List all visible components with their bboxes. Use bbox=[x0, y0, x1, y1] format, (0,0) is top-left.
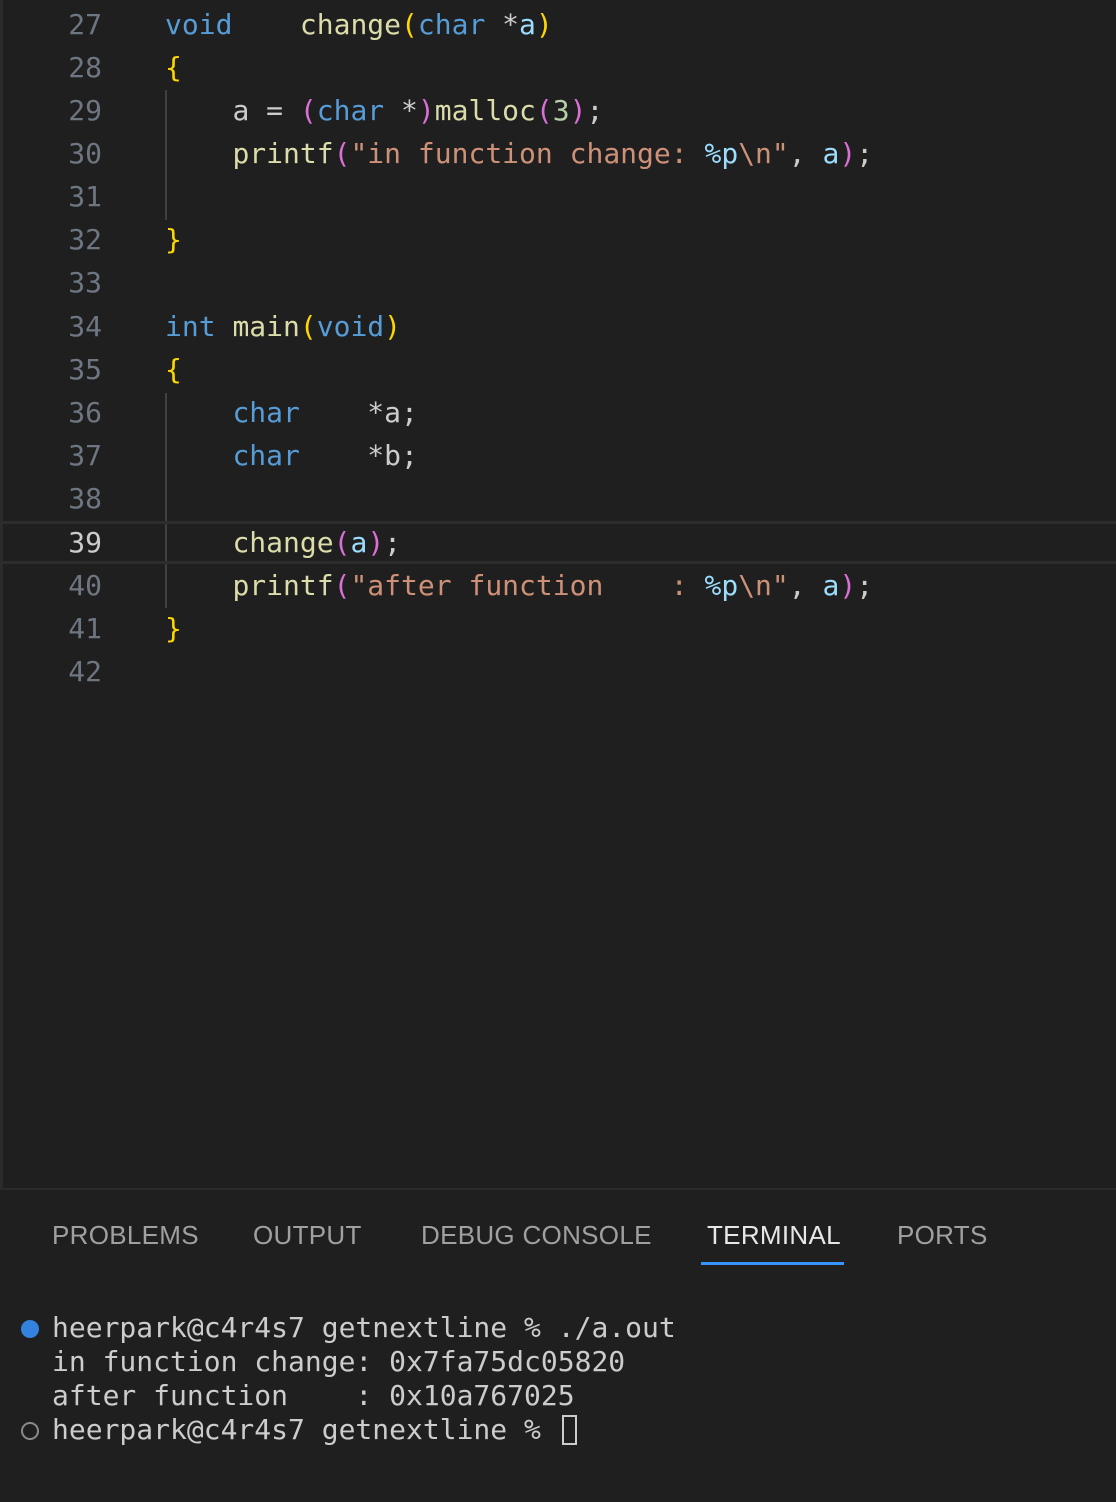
code-text[interactable]: } bbox=[165, 607, 182, 650]
code-text[interactable]: char *b; bbox=[165, 434, 417, 477]
line-number: 39 bbox=[68, 526, 102, 559]
line-number: 41 bbox=[68, 612, 102, 645]
code-line[interactable]: 32 } bbox=[3, 218, 1116, 261]
bottom-panel: PROBLEMS OUTPUT DEBUG CONSOLE TERMINAL P… bbox=[0, 1188, 1116, 1502]
code-line[interactable]: 34 int main(void) bbox=[3, 305, 1116, 348]
tab-debug-console[interactable]: DEBUG CONSOLE bbox=[421, 1218, 652, 1252]
prompt-text: heerpark@c4r4s7 getnextline % bbox=[52, 1413, 558, 1446]
tab-output[interactable]: OUTPUT bbox=[253, 1218, 362, 1252]
code-text[interactable]: int main(void) bbox=[165, 305, 401, 348]
code-line[interactable]: 29 a = (char *)malloc(3); bbox=[3, 89, 1116, 132]
line-number: 38 bbox=[68, 482, 102, 515]
code-line[interactable]: 33 bbox=[3, 261, 1116, 304]
code-line[interactable]: 38 bbox=[3, 477, 1116, 520]
code-text[interactable]: { bbox=[165, 348, 182, 391]
line-number: 42 bbox=[68, 655, 102, 688]
terminal-line: heerpark@c4r4s7 getnextline % ./a.out bbox=[52, 1311, 676, 1344]
line-number: 40 bbox=[68, 569, 102, 602]
code-text[interactable]: char *a; bbox=[165, 391, 417, 434]
code-text[interactable]: { bbox=[165, 46, 182, 89]
code-line[interactable]: 41 } bbox=[3, 607, 1116, 650]
active-tab-indicator bbox=[701, 1262, 844, 1265]
line-number: 30 bbox=[68, 137, 102, 170]
line-number: 36 bbox=[68, 396, 102, 429]
terminal-cursor bbox=[561, 1415, 577, 1445]
terminal-prompt[interactable]: heerpark@c4r4s7 getnextline % bbox=[52, 1413, 577, 1447]
code-line[interactable]: 42 bbox=[3, 650, 1116, 693]
terminal-line: after function : 0x10a767025 bbox=[52, 1379, 575, 1412]
code-line[interactable]: 35 { bbox=[3, 348, 1116, 391]
line-number: 29 bbox=[68, 94, 102, 127]
code-text[interactable]: printf("after function : %p\n", a); bbox=[165, 564, 873, 607]
code-text[interactable]: change(a); bbox=[165, 524, 401, 561]
line-number: 27 bbox=[68, 8, 102, 41]
line-number: 28 bbox=[68, 51, 102, 84]
code-text[interactable]: a = (char *)malloc(3); bbox=[165, 89, 603, 132]
tab-ports[interactable]: PORTS bbox=[897, 1218, 988, 1252]
current-line-highlight[interactable]: 39 change(a); bbox=[3, 521, 1116, 564]
line-number: 35 bbox=[68, 353, 102, 386]
code-line[interactable]: 30 printf("in function change: %p\n", a)… bbox=[3, 132, 1116, 175]
code-line[interactable]: 40 printf("after function : %p\n", a); bbox=[3, 564, 1116, 607]
line-number: 31 bbox=[68, 180, 102, 213]
line-number: 33 bbox=[68, 266, 102, 299]
command-idle-dot-icon[interactable] bbox=[21, 1422, 39, 1440]
code-line[interactable]: 37 char *b; bbox=[3, 434, 1116, 477]
code-line[interactable]: 27 void change(char *a) bbox=[3, 3, 1116, 46]
tab-terminal[interactable]: TERMINAL bbox=[707, 1218, 841, 1252]
line-number: 37 bbox=[68, 439, 102, 472]
command-success-dot-icon[interactable] bbox=[21, 1320, 39, 1338]
line-number: 32 bbox=[68, 223, 102, 256]
code-line[interactable]: 28 { bbox=[3, 46, 1116, 89]
code-editor[interactable]: 27 void change(char *a) 28 { 29 a = (cha… bbox=[0, 0, 1116, 1188]
tab-problems[interactable]: PROBLEMS bbox=[52, 1218, 199, 1252]
terminal-line: in function change: 0x7fa75dc05820 bbox=[52, 1345, 626, 1378]
code-text[interactable]: void change(char *a) bbox=[165, 3, 553, 46]
code-line[interactable]: 31 bbox=[3, 175, 1116, 218]
code-line[interactable]: 36 char *a; bbox=[3, 391, 1116, 434]
line-number: 34 bbox=[68, 310, 102, 343]
code-text[interactable]: printf("in function change: %p\n", a); bbox=[165, 132, 873, 175]
code-text[interactable]: } bbox=[165, 218, 182, 261]
